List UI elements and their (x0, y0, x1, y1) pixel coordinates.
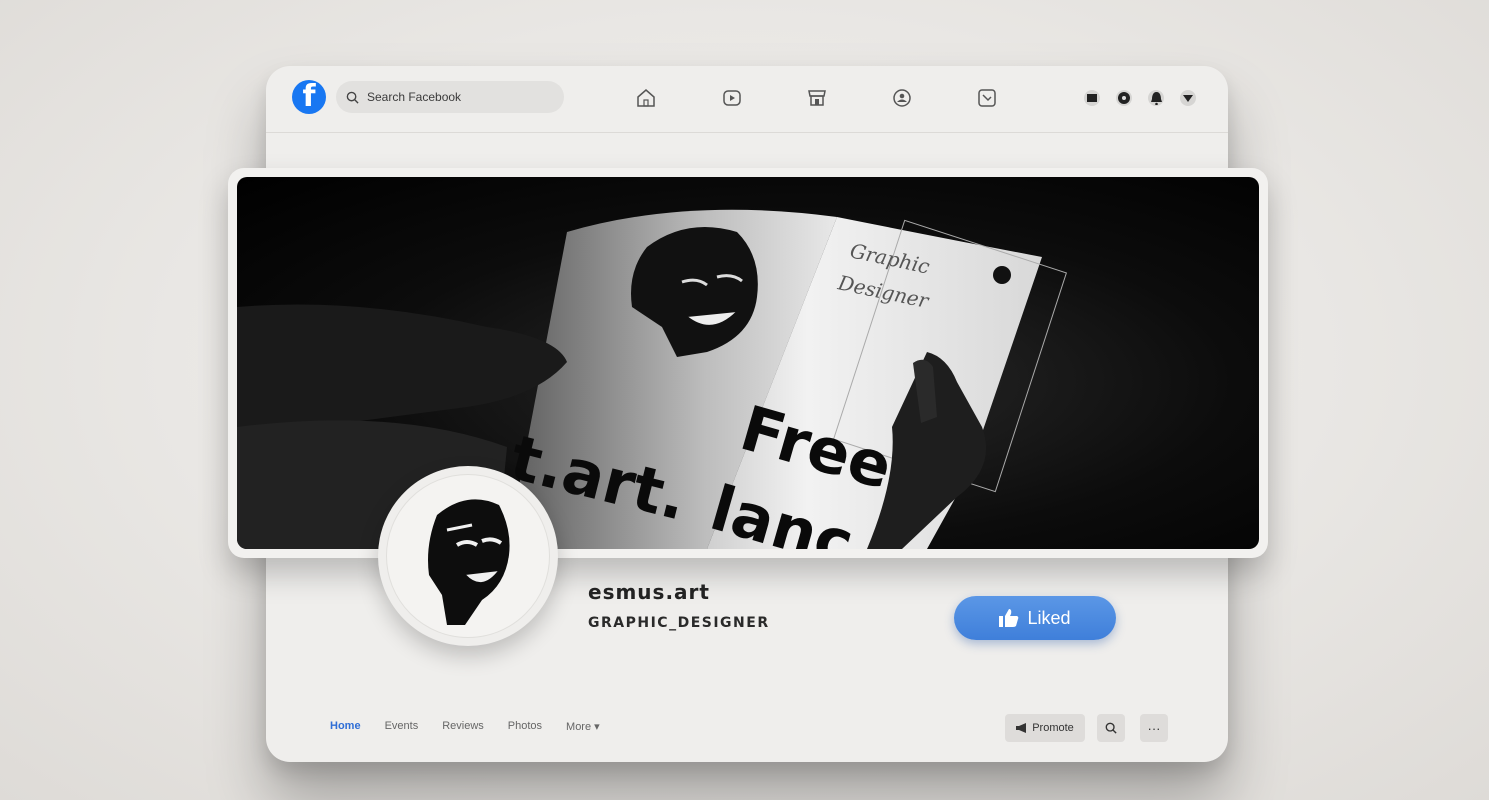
messenger-icon[interactable] (1116, 90, 1132, 106)
top-navigation-bar: f (266, 66, 1228, 133)
search-icon (1105, 722, 1117, 734)
liked-button[interactable]: Liked (954, 596, 1116, 640)
gaming-icon[interactable] (975, 86, 999, 110)
promote-button[interactable]: Promote (1005, 714, 1085, 742)
more-options-button[interactable]: ··· (1140, 714, 1168, 742)
search-box[interactable] (336, 81, 564, 113)
menu-icon[interactable] (1084, 90, 1100, 106)
account-dropdown-icon[interactable] (1180, 90, 1196, 106)
more-icon: ··· (1147, 720, 1161, 736)
tab-home[interactable]: Home (330, 720, 361, 733)
cover-photo[interactable]: Graphic Designer t.art. Free lanc (228, 168, 1268, 558)
search-icon (346, 91, 359, 104)
profile-picture (386, 474, 550, 638)
thumbs-up-icon (999, 609, 1019, 627)
page-name: esmus.art (588, 580, 710, 604)
tab-events[interactable]: Events (385, 720, 419, 733)
search-input[interactable] (365, 89, 549, 105)
tab-more[interactable]: More ▾ (566, 720, 600, 733)
cover-illustration: Graphic Designer t.art. Free lanc (237, 209, 1068, 549)
page-tabs: Home Events Reviews Photos More ▾ (330, 720, 600, 733)
page-subtitle: GRAPHIC_DESIGNER (588, 615, 770, 631)
marketplace-icon[interactable] (805, 86, 829, 110)
tab-photos[interactable]: Photos (508, 720, 542, 733)
liked-label: Liked (1027, 607, 1071, 628)
promote-label: Promote (1032, 722, 1074, 734)
cover-photo-image: Graphic Designer t.art. Free lanc (237, 177, 1259, 549)
tab-reviews[interactable]: Reviews (442, 720, 484, 733)
avatar (428, 499, 510, 625)
home-icon[interactable] (634, 86, 658, 110)
notifications-icon[interactable] (1148, 90, 1164, 106)
profile-picture-frame[interactable] (378, 466, 558, 646)
watch-icon[interactable] (720, 86, 744, 110)
megaphone-icon (1016, 723, 1027, 733)
page-search-button[interactable] (1097, 714, 1125, 742)
groups-icon[interactable] (890, 86, 914, 110)
facebook-logo-icon[interactable]: f (292, 80, 326, 114)
